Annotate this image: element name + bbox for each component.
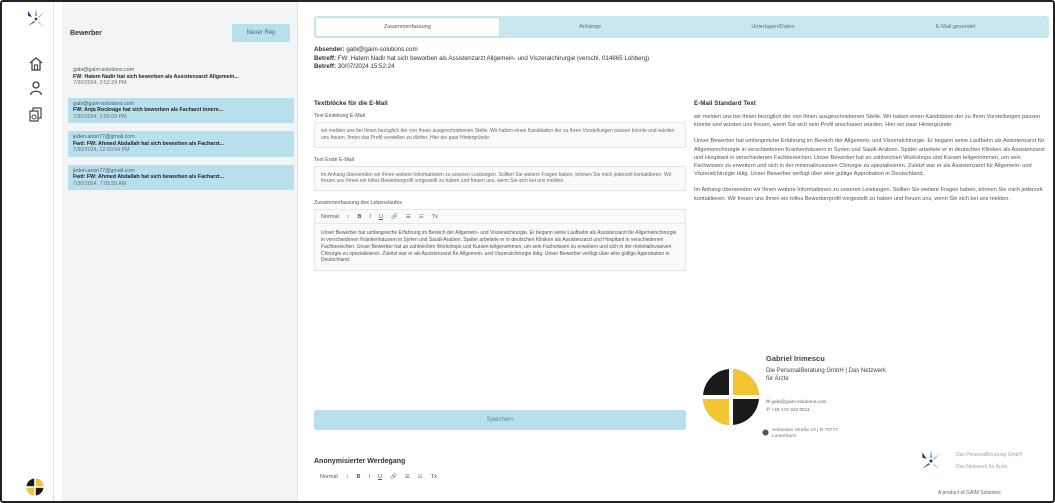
applicant-list-item[interactable]: jeden.anon77@gmail.com Fwd: FW: Ahmed Ab… [68,164,294,190]
bullet-list-icon[interactable]: ☷ [418,474,423,480]
summary-label: Zusammenfassung des Lebenslaufes [314,200,403,207]
underline-icon[interactable]: U [379,214,383,220]
brand-line-1: Das PersonalBeratung GmbH [956,452,1023,458]
mail-date: 7/30/2024, 7:05:55 AM [73,180,127,187]
anonymized-cv-title: Anonymisierter Werdegang [314,458,406,465]
summary-editor: Normal ↕ B I U 🔗 ☰ ☷ Tx Unser Bewerber h… [314,209,686,272]
signature-phone-text: +49 172 322 0511 [771,408,810,413]
sender-value: gabi@gaim-solutions.com [346,46,418,53]
bold-icon[interactable]: B [357,214,361,220]
subject-value: FW: Hatem Nadir hat sich beworben als As… [337,54,650,62]
signature-name: Gabriel Irimescu [766,354,825,363]
anonymized-editor-toolbar: Normal ↕ B I U 🔗 ☰ ☷ Tx [314,470,686,484]
signature-company: Die PersonalBeratung GmbH | Das Netzwerk… [766,368,886,382]
mail-date: 7/30/2024, 3:55:09 PM [73,113,127,120]
intro-textarea[interactable]: wir melden uns bei Ihnen bezüglich der v… [314,122,686,148]
bold-icon[interactable]: B [356,474,360,480]
signature-phone: ✆ +49 172 322 0511 [766,408,810,413]
standard-text-paragraph: Unser Bewerber hat umfangreiche Erfahrun… [694,138,1045,178]
home-icon[interactable] [28,56,44,72]
outro-textarea[interactable]: Im Anhang übersenden wir Ihnen weitere I… [314,165,686,192]
underline-icon[interactable]: U [378,474,382,480]
tab-email-sent[interactable]: E-Mail gesendet [864,18,1047,36]
subject-line: Betreff: FW: Hatem Nadir hat sich beworb… [314,55,649,64]
ordered-list-icon[interactable]: ☰ [406,214,411,220]
email-signature: Gabriel Irimescu Die PersonalBeratung Gm… [702,350,922,440]
format-arrow-icon[interactable]: ↕ [346,474,349,480]
tab-attachments[interactable]: Anhänge [499,18,682,36]
summary-editor-body[interactable]: Unser Bewerber hat umfangreiche Erfahrun… [315,224,685,270]
main-panel: Zusammenfassung Anhänge Unterlagen/Daten… [304,2,1053,501]
signature-email[interactable]: ✉ gabi@gaim-solutions.com [766,400,827,405]
icon-rail [2,2,54,501]
applicant-sidebar: Bewerber Neuer Rep gabi@gaim-solutions.c… [62,2,298,501]
sender-label: Absender: [314,46,345,53]
user-icon[interactable] [28,80,44,96]
brand-line-2: Das Netzwerk für Ärzte [956,464,1008,470]
sender-line: Absender: gabi@gaim-solutions.com [314,46,649,55]
brand-footer: Das PersonalBeratung GmbH Das Netzwerk f… [918,446,1053,501]
link-icon[interactable]: 🔗 [390,474,397,480]
editor-toolbar: Normal ↕ B I U 🔗 ☰ ☷ Tx [315,210,685,225]
save-button[interactable]: Speichern [314,410,686,430]
textblocks-column: Textblöcke für die E-Mail Text Einleitun… [314,100,686,272]
subject-label: Betreff: [314,54,337,62]
brand-footer-text: A product of GAIM Solutions [938,490,1001,496]
documents-icon[interactable] [28,106,44,122]
tab-summary[interactable]: Zusammenfassung [316,18,499,36]
format-select[interactable]: Normal [321,214,339,220]
tab-bar: Zusammenfassung Anhänge Unterlagen/Daten… [314,16,1049,38]
mail-header: Absender: gabi@gaim-solutions.com Betref… [314,46,649,72]
outro-label: Text Ende E-Mail [314,156,355,163]
standard-text-paragraph: wir melden uns bei Ihnen bezüglich der v… [694,114,1041,129]
new-rep-button[interactable]: Neuer Rep [232,24,290,42]
signature-email-text: gabi@gaim-solutions.com [771,400,827,405]
mail-date: 7/30/2024, 3:52:24 PM [73,80,127,86]
intro-label: Text Einleitung E-Mail [314,113,365,119]
applicant-list-item[interactable]: jeden.anon77@gmail.com Fwd: FW: Ahmed Ab… [68,131,294,157]
company-logo-icon [702,368,760,426]
standard-text-paragraph: Im Anhang übersenden wir Ihnen weitere I… [694,187,1043,202]
standard-text-heading: E-Mail Standard Text [694,100,756,107]
app-logo-icon [28,9,44,27]
standard-text-column: E-Mail Standard Text wir melden uns bei … [694,100,1049,211]
ordered-list-icon[interactable]: ☰ [405,474,410,480]
app-window: Bewerber Neuer Rep gabi@gaim-solutions.c… [0,0,1055,503]
signature-address: Sebastian Straße 10 | D 79777 Lauterbach [772,428,838,439]
date-line: Betreff: 30/07/2024 15:52:24 [314,63,649,72]
bullet-list-icon[interactable]: ☷ [419,214,424,220]
italic-icon[interactable]: I [369,214,371,220]
textblocks-heading: Textblöcke für die E-Mail [314,100,388,107]
brand-logo-icon [922,450,940,470]
applicant-list-item[interactable]: gabi@gaim-solutions.com FW: Anja Rockrag… [68,97,294,123]
company-logo-icon [26,478,44,496]
mail-date: 7/30/2024, 12:00:54 PM [73,147,130,153]
tab-documents[interactable]: Unterlagen/Daten [682,18,865,36]
format-select[interactable]: Normal [320,474,338,480]
clear-format-icon[interactable]: Tx [432,214,438,220]
sidebar-title: Bewerber [70,30,102,37]
location-icon [762,429,769,436]
applicant-list: gabi@gaim-solutions.com FW: Hatem Nadir … [68,64,294,198]
italic-icon[interactable]: I [368,474,370,480]
clear-format-icon[interactable]: Tx [431,474,437,480]
applicant-list-item[interactable]: gabi@gaim-solutions.com FW: Hatem Nadir … [68,64,294,90]
date-label: Betreff: [314,63,337,70]
link-icon[interactable]: 🔗 [391,214,398,220]
date-value: 30/07/2024 15:52:24 [337,63,395,70]
format-arrow-icon[interactable]: ↕ [347,214,350,220]
